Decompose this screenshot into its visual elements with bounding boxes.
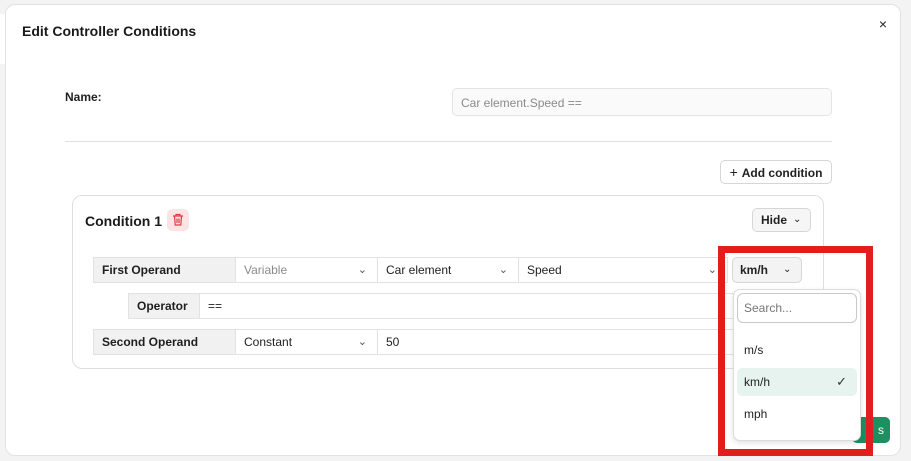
divider — [65, 141, 832, 142]
unit-dropdown: Search... m/s km/h ✓ mph — [733, 289, 861, 441]
delete-condition-button[interactable] — [167, 209, 189, 231]
trash-icon — [173, 213, 183, 226]
first-operand-type-value: Variable — [244, 263, 288, 277]
operator-input[interactable]: == — [199, 293, 734, 319]
chevron-down-icon: ⌄ — [707, 264, 717, 276]
unit-select-button[interactable]: km/h ⌄ — [732, 257, 802, 283]
second-operand-value-input[interactable]: 50 — [377, 329, 734, 355]
first-operand-property-value: Speed — [527, 263, 562, 277]
chevron-down-icon: ⌄ — [793, 214, 802, 225]
second-operand-label: Second Operand — [93, 329, 236, 355]
hide-button[interactable]: Hide ⌄ — [752, 208, 811, 232]
hide-label: Hide — [761, 213, 788, 227]
add-condition-label: Add condition — [741, 166, 823, 180]
plus-icon: + — [729, 164, 738, 180]
unit-option-mph[interactable]: mph — [737, 400, 857, 428]
unit-search-input[interactable]: Search... — [737, 293, 857, 323]
chevron-down-icon: ⌄ — [783, 264, 792, 275]
first-operand-property-select[interactable]: Speed ⌄ — [518, 257, 728, 283]
operator-label: Operator — [128, 293, 200, 319]
name-label: Name: — [65, 90, 102, 104]
first-operand-label: First Operand — [93, 257, 236, 283]
first-operand-element-select[interactable]: Car element ⌄ — [377, 257, 519, 283]
name-input[interactable]: Car element.Speed == — [452, 88, 832, 116]
condition-title: Condition 1 — [85, 213, 162, 229]
unit-option-ms[interactable]: m/s — [737, 336, 857, 364]
chevron-down-icon: ⌄ — [498, 264, 508, 276]
add-condition-button[interactable]: + Add condition — [720, 160, 832, 184]
chevron-down-icon: ⌄ — [357, 264, 367, 276]
first-operand-type-select[interactable]: Variable ⌄ — [235, 257, 378, 283]
check-icon: ✓ — [836, 374, 847, 389]
chevron-down-icon: ⌄ — [357, 336, 367, 348]
first-operand-element-value: Car element — [386, 263, 452, 277]
unit-option-label: km/h — [744, 375, 771, 389]
close-icon[interactable]: × — [874, 15, 892, 33]
second-operand-type-select[interactable]: Constant ⌄ — [235, 329, 378, 355]
edit-controller-conditions-dialog: Edit Controller Conditions × Name: Car e… — [5, 4, 901, 456]
second-operand-type-value: Constant — [244, 335, 293, 349]
dialog-title: Edit Controller Conditions — [22, 23, 197, 39]
unit-value: km/h — [740, 263, 769, 277]
unit-option-kmh[interactable]: km/h ✓ — [737, 368, 857, 396]
